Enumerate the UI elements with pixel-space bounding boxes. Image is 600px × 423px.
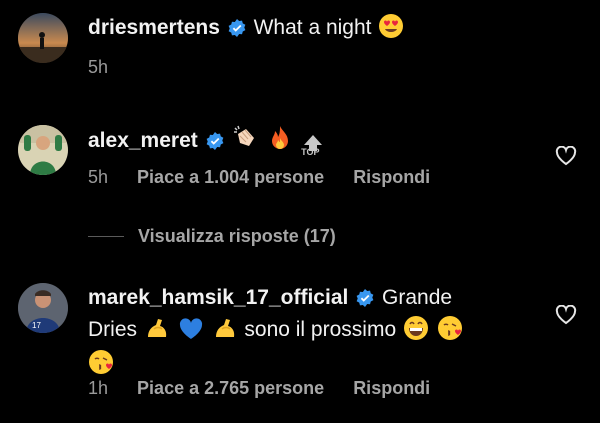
verified-badge-icon: [206, 129, 224, 158]
view-replies-button[interactable]: Visualizza risposte (17): [88, 225, 336, 247]
reply-button[interactable]: Rispondi: [353, 377, 430, 399]
grinning-face-emoji-icon: [403, 315, 429, 349]
like-count[interactable]: Piace a 2.765 persone: [137, 377, 324, 399]
flexed-biceps-emoji-icon: [144, 315, 170, 349]
comment-body-driesmertens: driesmertens What a night: [88, 13, 405, 47]
reply-button[interactable]: Rispondi: [353, 166, 430, 188]
svg-text:17: 17: [32, 321, 41, 330]
comment-body-alex-meret: alex_meret TOP: [88, 124, 327, 160]
verified-badge-icon: [228, 16, 246, 45]
fire-emoji-icon: [268, 124, 292, 160]
comment-text: What a night: [253, 16, 372, 39]
timestamp: 5h: [88, 57, 109, 77]
username-driesmertens[interactable]: driesmertens: [88, 16, 220, 39]
avatar-alex-meret[interactable]: [18, 125, 68, 175]
comment-text-line2b: sono il prossimo: [244, 318, 397, 341]
verified-badge-icon: [356, 286, 374, 315]
username-alex-meret[interactable]: alex_meret: [88, 129, 198, 152]
comment-meta-driesmertens: 5h: [88, 56, 108, 78]
comment-text-line1: Grande: [382, 286, 453, 309]
view-replies-label: Visualizza risposte (17): [138, 225, 336, 246]
avatar-driesmertens[interactable]: [18, 13, 68, 63]
like-heart-icon[interactable]: [555, 145, 577, 171]
kissing-face-emoji-icon: [437, 315, 463, 349]
comment-text-line2a: Dries: [88, 318, 138, 341]
avatar-marek-hamsik[interactable]: 17: [18, 283, 68, 333]
comments-screen: driesmertens What a night 5h alex_meret: [0, 0, 600, 423]
blue-heart-emoji-icon: [178, 317, 204, 349]
timestamp: 5h: [88, 167, 109, 187]
comment-body-marek-hamsik: marek_hamsik_17_official Grande Dries so…: [88, 283, 558, 383]
comment-meta-alex-meret: 5h Piace a 1.004 persone Rispondi: [88, 166, 430, 188]
comment-meta-marek-hamsik: 1h Piace a 2.765 persone Rispondi: [88, 377, 430, 399]
username-marek-hamsik[interactable]: marek_hamsik_17_official: [88, 286, 348, 309]
top-label: TOP: [301, 147, 320, 157]
top-arrow-emoji-icon: TOP: [300, 131, 326, 159]
timestamp: 1h: [88, 378, 109, 398]
heart-eyes-emoji-icon: [378, 13, 404, 47]
like-heart-icon[interactable]: [555, 304, 577, 330]
clapping-hands-emoji-icon: [232, 124, 260, 160]
flexed-biceps-emoji-icon: [212, 315, 238, 349]
divider-line: [88, 235, 124, 237]
like-count[interactable]: Piace a 1.004 persone: [137, 166, 324, 188]
